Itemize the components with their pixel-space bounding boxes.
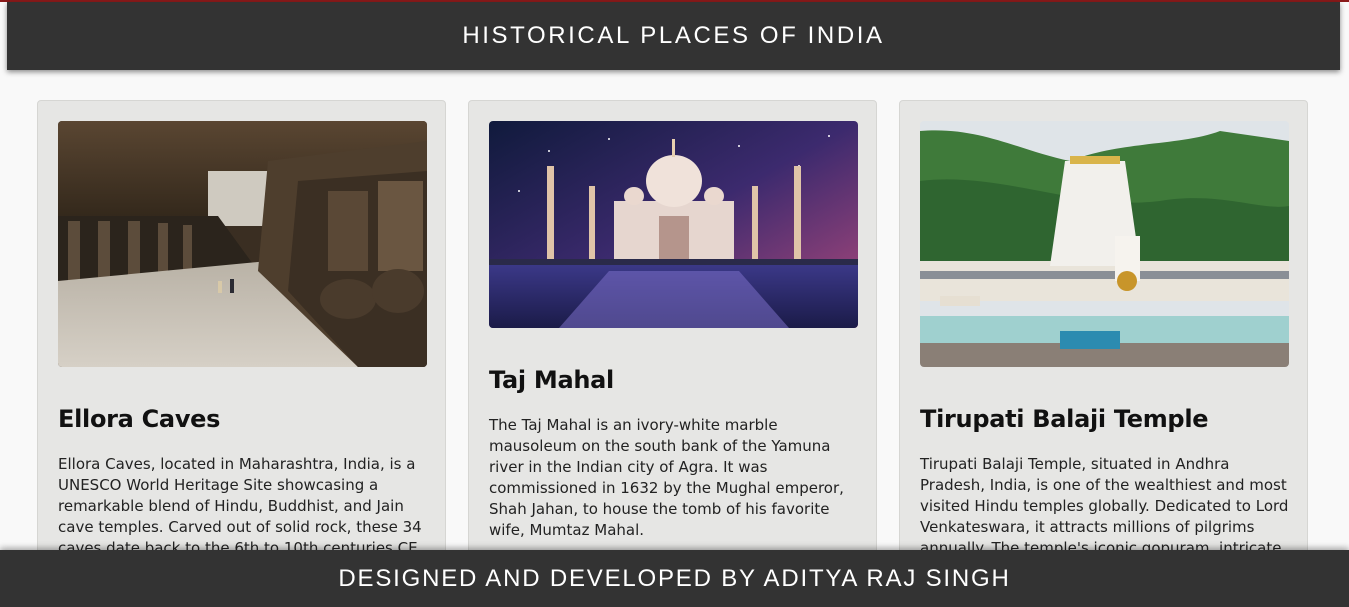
footer-credit: DESIGNED AND DEVELOPED BY ADITYA RAJ SIN…: [338, 564, 1011, 592]
taj-mahal-image: [489, 121, 858, 328]
card-title: Tirupati Balaji Temple: [920, 405, 1209, 433]
card-title: Ellora Caves: [58, 405, 221, 433]
card-taj-mahal: Taj Mahal The Taj Mahal is an ivory-whit…: [468, 100, 877, 570]
page-title: HISTORICAL PLACES OF INDIA: [462, 22, 885, 49]
card-description: Tirupati Balaji Temple, situated in Andh…: [920, 455, 1289, 557]
card-description: The Taj Mahal is an ivory-white marble m…: [489, 416, 844, 539]
card-tirupati-balaji-temple: Tirupati Balaji Temple Tirupati Balaji T…: [899, 100, 1308, 570]
ellora-caves-image: [58, 121, 427, 367]
site-header: HISTORICAL PLACES OF INDIA: [7, 2, 1340, 70]
card-ellora-caves: Ellora Caves Ellora Caves, located in Ma…: [37, 100, 446, 570]
tirupati-temple-image: [920, 121, 1289, 367]
site-footer: DESIGNED AND DEVELOPED BY ADITYA RAJ SIN…: [0, 550, 1349, 607]
card-title: Taj Mahal: [489, 366, 614, 394]
